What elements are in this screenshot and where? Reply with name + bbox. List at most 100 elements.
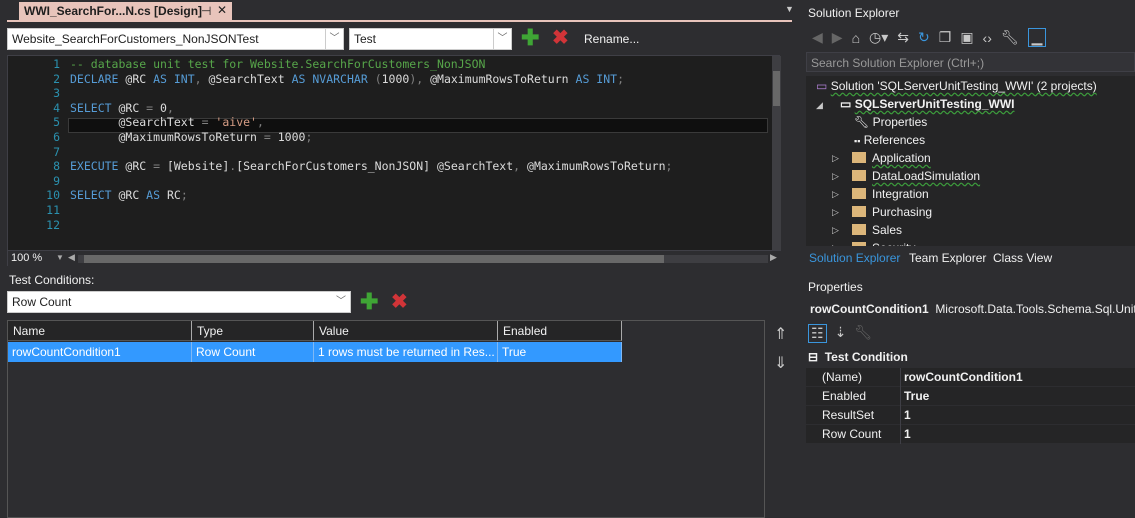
rename-button[interactable]: Rename... xyxy=(584,32,639,46)
expanded-arrow-icon[interactable]: ◢ xyxy=(816,100,823,111)
tab-class-view[interactable]: Class View xyxy=(993,251,1052,265)
line-number: 7 xyxy=(53,144,60,159)
tree-item-folder[interactable]: DataLoadSimulation xyxy=(852,169,980,183)
cell-value[interactable]: 1 rows must be returned in Res... xyxy=(314,342,498,362)
line-number: 6 xyxy=(53,130,60,144)
zoom-dropdown-icon[interactable]: ▼ xyxy=(56,253,64,262)
code-line: @SearchText = 'aive', xyxy=(70,115,263,130)
chevron-down-icon: ﹀ xyxy=(336,296,346,307)
expand-arrow-icon[interactable]: ▷ xyxy=(832,207,839,218)
categorized-icon[interactable]: ☷ xyxy=(808,324,827,343)
property-value[interactable]: 1 xyxy=(904,427,911,441)
condition-type-value: Row Count xyxy=(12,295,72,309)
tree-item-folder[interactable]: Security xyxy=(852,241,915,246)
tab-solution-explorer[interactable]: Solution Explorer xyxy=(809,251,900,265)
tab-team-explorer[interactable]: Team Explorer xyxy=(909,251,986,265)
code-token: DECLARE xyxy=(70,71,126,86)
tree-item-folder[interactable]: Purchasing xyxy=(852,205,932,219)
sync-icon[interactable]: ⇆ xyxy=(897,29,909,46)
column-header-type[interactable]: Type xyxy=(192,321,314,341)
tree-item-folder[interactable]: Application xyxy=(852,151,931,165)
expand-arrow-icon[interactable]: ▷ xyxy=(832,153,839,164)
property-name: (Name) xyxy=(822,370,863,384)
properties-object-selector[interactable]: rowCountCondition1 Microsoft.Data.Tools.… xyxy=(810,302,1135,316)
tab-overflow-icon[interactable]: ▼ xyxy=(785,4,794,14)
vertical-scrollbar[interactable] xyxy=(772,56,781,250)
script-select[interactable]: Test ﹀ xyxy=(349,28,512,50)
delete-condition-icon[interactable]: ✖ xyxy=(391,292,408,312)
property-row[interactable]: (Name) rowCountCondition1 xyxy=(806,368,1135,387)
column-header-name[interactable]: Name xyxy=(8,321,192,341)
property-value[interactable]: True xyxy=(904,389,929,403)
test-select[interactable]: Website_SearchForCustomers_NonJSONTest ﹀ xyxy=(7,28,344,50)
expand-arrow-icon[interactable]: ▷ xyxy=(832,225,839,236)
property-row[interactable]: ResultSet 1 xyxy=(806,406,1135,425)
solution-explorer-tabs: Solution Explorer Team Explorer Class Vi… xyxy=(806,248,1135,268)
tree-item-properties[interactable]: 🔧︎ Properties xyxy=(854,115,927,129)
cell-type[interactable]: Row Count xyxy=(192,342,314,362)
property-pages-icon[interactable]: 🔧︎ xyxy=(854,324,872,343)
pin-icon[interactable]: ⊣ xyxy=(201,4,211,18)
conditions-grid: Name Type Value Enabled rowCountConditio… xyxy=(7,320,765,518)
horizontal-scrollbar[interactable] xyxy=(78,255,768,263)
property-row[interactable]: Row Count 1 xyxy=(806,425,1135,444)
alphabetical-icon[interactable]: ⇣ xyxy=(835,324,847,343)
code-line: -- database unit test for Website.Search… xyxy=(70,57,485,72)
tree-item-project[interactable]: ▭ SQLServerUnitTesting_WWI xyxy=(840,97,1014,111)
property-row[interactable]: Enabled True xyxy=(806,387,1135,406)
view-code-icon[interactable]: ‹› xyxy=(983,30,992,46)
back-icon[interactable]: ◀ xyxy=(812,29,823,46)
collapse-all-icon[interactable]: ❐ xyxy=(939,29,952,46)
folder-icon xyxy=(852,206,866,217)
delete-test-icon[interactable]: ✖ xyxy=(552,28,569,48)
line-number: 10 xyxy=(46,188,60,203)
home-icon[interactable]: ⌂ xyxy=(852,30,860,46)
add-test-icon[interactable]: ✚ xyxy=(521,27,539,49)
code-token: @SearchText xyxy=(208,71,292,86)
tree-item-references[interactable]: ▪▪ References xyxy=(854,133,925,147)
pending-changes-icon[interactable]: ◷▾ xyxy=(869,29,888,46)
tree-item-folder[interactable]: Sales xyxy=(852,223,902,237)
code-token: , xyxy=(513,159,528,174)
move-up-icon[interactable]: ⇑ xyxy=(774,324,787,344)
code-token: ), xyxy=(409,71,431,86)
sql-editor[interactable]: 1 -- database unit test for Website.Searc… xyxy=(7,55,781,266)
column-header-enabled[interactable]: Enabled xyxy=(498,321,622,341)
close-icon[interactable]: ✕ xyxy=(217,3,227,17)
tree-item-solution[interactable]: ▭ Solution 'SQLServerUnitTesting_WWI' (2… xyxy=(816,79,1097,93)
line-number: 2 xyxy=(53,71,60,86)
collapse-icon[interactable]: ⊟ xyxy=(808,350,818,364)
document-tab-title: WWI_SearchFor...N.cs [Design] xyxy=(24,4,203,18)
scroll-right-icon[interactable]: ▶ xyxy=(770,252,777,263)
move-down-icon[interactable]: ⇓ xyxy=(774,353,787,373)
properties-wrench-icon[interactable]: 🔧︎ xyxy=(1001,29,1019,46)
document-tab[interactable]: WWI_SearchFor...N.cs [Design] ⊣ ✕ xyxy=(19,2,232,21)
scroll-left-icon[interactable]: ◀ xyxy=(68,252,75,263)
preview-icon[interactable]: ▁ xyxy=(1027,28,1047,47)
property-value[interactable]: rowCountCondition1 xyxy=(904,370,1023,384)
folder-icon xyxy=(852,224,866,235)
expand-arrow-icon[interactable]: ▷ xyxy=(832,171,839,182)
code-token: AS NVARCHAR xyxy=(291,71,375,86)
condition-type-select[interactable]: Row Count ﹀ xyxy=(7,291,351,313)
cell-enabled[interactable]: True xyxy=(498,342,622,362)
add-condition-icon[interactable]: ✚ xyxy=(360,291,378,313)
refresh-icon[interactable]: ↻ xyxy=(918,29,930,46)
tree-item-folder[interactable]: Integration xyxy=(852,187,929,201)
category-test-condition[interactable]: ⊟ Test Condition xyxy=(808,350,908,364)
show-all-files-icon[interactable]: ▣ xyxy=(960,29,973,46)
folder-icon xyxy=(852,242,866,246)
expand-arrow-icon[interactable]: ▷ xyxy=(832,243,839,246)
property-value[interactable]: 1 xyxy=(904,408,911,422)
column-header-value[interactable]: Value xyxy=(314,321,498,341)
zoom-bar: 100 % ▼ ◀ ▶ xyxy=(8,250,781,266)
code-token: @RC xyxy=(125,159,154,174)
zoom-level[interactable]: 100 % xyxy=(11,252,42,264)
code-token: ( xyxy=(374,71,382,86)
solution-search-input[interactable]: Search Solution Explorer (Ctrl+;) xyxy=(806,52,1135,72)
code-token: AS INT xyxy=(153,71,195,86)
expand-arrow-icon[interactable]: ▷ xyxy=(832,189,839,200)
forward-icon[interactable]: ▶ xyxy=(832,29,843,46)
cell-name[interactable]: rowCountCondition1 xyxy=(8,342,192,362)
